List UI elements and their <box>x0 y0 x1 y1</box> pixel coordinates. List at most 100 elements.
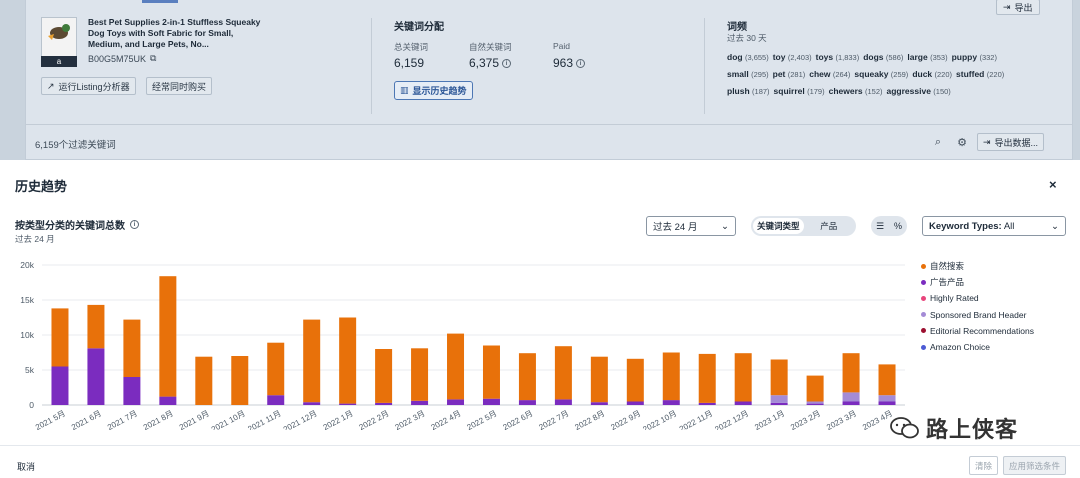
chart-bar-segment[interactable] <box>303 402 321 405</box>
legend-item[interactable]: Sponsored Brand Header <box>921 307 1034 323</box>
legend-item[interactable]: Highly Rated <box>921 290 1034 306</box>
word-frequency-line: plush (187) squirrel (179) chewers (152) ag… <box>727 86 955 96</box>
cancel-button[interactable]: 取消 <box>17 460 35 473</box>
word-frequency-word[interactable]: chewers <box>829 86 865 96</box>
chart-bar-segment[interactable] <box>806 375 824 402</box>
legend-item[interactable]: 广告产品 <box>921 274 1034 290</box>
chart-bar-segment[interactable] <box>842 401 860 406</box>
close-icon[interactable]: × <box>1049 177 1057 192</box>
chart-bar-segment[interactable] <box>339 317 357 404</box>
chart-bar-segment[interactable] <box>590 356 608 403</box>
word-frequency-count: (152) <box>865 87 883 96</box>
percent-icon[interactable]: % <box>894 221 902 231</box>
info-icon[interactable]: i <box>502 58 512 68</box>
copy-icon[interactable]: ⧉ <box>150 53 156 64</box>
chart-bar-segment[interactable] <box>267 342 285 396</box>
word-frequency-word[interactable]: chew <box>809 69 833 79</box>
frequently-bought-button[interactable]: 经常同时购买 <box>146 77 213 95</box>
chart-bar-segment[interactable] <box>375 402 393 405</box>
word-frequency-word[interactable]: squeaky <box>854 69 890 79</box>
apply-filters-button[interactable]: 应用筛选条件 <box>1003 456 1066 475</box>
chart-bar-segment[interactable] <box>303 319 321 403</box>
word-frequency-word[interactable]: small <box>727 69 751 79</box>
chart-bar-segment[interactable] <box>123 377 141 405</box>
chart-bar-segment[interactable] <box>87 348 105 405</box>
keyword-types-text: Keyword Types: All <box>929 221 1014 232</box>
word-frequency-word[interactable]: toys <box>816 52 836 62</box>
word-frequency-word[interactable]: pet <box>773 69 788 79</box>
legend-item[interactable]: Amazon Choice <box>921 339 1034 355</box>
wechat-icon <box>890 417 919 439</box>
export-data-button[interactable]: ⇥ 导出数据... <box>977 133 1045 151</box>
chart-bar-segment[interactable] <box>734 353 752 402</box>
show-history-button[interactable]: ▥ 显示历史趋势 <box>394 81 473 100</box>
word-frequency-count: (586) <box>885 53 904 62</box>
word-frequency-word[interactable]: aggressive <box>887 86 934 96</box>
chart-bar-segment[interactable] <box>554 399 572 405</box>
word-frequency-word[interactable]: plush <box>727 86 752 96</box>
chart-bar-segment[interactable] <box>806 403 824 405</box>
chart-bar-segment[interactable] <box>626 401 644 406</box>
chart-bar-segment[interactable] <box>518 353 536 401</box>
chart-bar-segment[interactable] <box>842 392 860 402</box>
chart-bar-segment[interactable] <box>51 308 69 367</box>
word-frequency-word[interactable]: stuffed <box>956 69 987 79</box>
word-frequency-word[interactable]: squirrel <box>774 86 808 96</box>
chart-bar-segment[interactable] <box>806 401 824 404</box>
word-frequency-word[interactable]: dog <box>727 52 745 62</box>
chart-bar-segment[interactable] <box>734 401 752 406</box>
run-listing-button[interactable]: ↗ 运行Listing分析器 <box>41 77 136 95</box>
word-frequency-word[interactable]: dogs <box>863 52 886 62</box>
chart-bar-segment[interactable] <box>231 356 249 405</box>
chart-bar-segment[interactable] <box>411 348 429 401</box>
chart-bar-segment[interactable] <box>447 333 465 400</box>
chart-bar-segment[interactable] <box>159 396 177 405</box>
info-icon[interactable]: i <box>130 220 139 229</box>
chart-bar-segment[interactable] <box>51 366 69 406</box>
chart-bar-segment[interactable] <box>878 364 896 396</box>
seg-product[interactable]: 产品 <box>804 218 855 234</box>
chart-bar-segment[interactable] <box>554 346 572 400</box>
chart-bar-segment[interactable] <box>770 395 788 403</box>
chart-bar-segment[interactable] <box>770 402 788 405</box>
chart-bar-segment[interactable] <box>482 398 500 405</box>
background-page: a Best Pet Supplies 2-in-1 Stuffless Squ… <box>0 0 1080 160</box>
chart-bar-segment[interactable] <box>878 395 896 402</box>
seg-keyword-type[interactable]: 关键词类型 <box>753 218 804 234</box>
chart-bar-segment[interactable] <box>87 304 105 349</box>
chart-bar-segment[interactable] <box>842 353 860 393</box>
chart-bar-segment[interactable] <box>267 395 285 405</box>
clear-button[interactable]: 清除 <box>969 456 998 475</box>
gear-icon[interactable]: ⚙ <box>955 135 969 149</box>
info-icon[interactable]: i <box>576 58 586 68</box>
search-icon[interactable]: ⌕ <box>931 135 945 149</box>
word-frequency-word[interactable]: toy <box>773 52 788 62</box>
chart-bar-segment[interactable] <box>123 319 141 377</box>
chart-bar-segment[interactable] <box>159 276 177 397</box>
chart-bar-segment[interactable] <box>698 402 716 405</box>
product-title[interactable]: Best Pet Supplies 2-in-1 Stuffless Squea… <box>88 17 263 50</box>
list-icon[interactable]: ☰ <box>876 221 884 232</box>
chart-bar-segment[interactable] <box>518 400 536 405</box>
chart-bar-segment[interactable] <box>770 359 788 396</box>
legend-item[interactable]: Editorial Recommendations <box>921 323 1034 339</box>
word-frequency-word[interactable]: duck <box>912 69 934 79</box>
chart-bar-segment[interactable] <box>590 402 608 405</box>
export-button[interactable]: ⇥ 导出 <box>996 0 1040 15</box>
chart-bar-segment[interactable] <box>195 356 213 405</box>
word-frequency-word[interactable]: large <box>907 52 930 62</box>
chart-bar-segment[interactable] <box>375 349 393 403</box>
chart-bar-segment[interactable] <box>447 399 465 405</box>
chart-bar-segment[interactable] <box>662 352 680 401</box>
chart-bar-segment[interactable] <box>698 353 716 403</box>
chart-bar-segment[interactable] <box>878 401 896 406</box>
chart-bar-segment[interactable] <box>482 345 500 399</box>
word-frequency-word[interactable]: puppy <box>952 52 980 62</box>
chart-bar-segment[interactable] <box>626 358 644 402</box>
chart-bar-segment[interactable] <box>339 403 357 405</box>
range-select[interactable]: 过去 24 月 ⌄ <box>646 216 736 236</box>
legend-item[interactable]: 自然搜索 <box>921 258 1034 274</box>
keyword-types-select[interactable]: Keyword Types: All ⌄ <box>922 216 1066 236</box>
chart-bar-segment[interactable] <box>662 400 680 405</box>
chart-bar-segment[interactable] <box>411 400 429 405</box>
